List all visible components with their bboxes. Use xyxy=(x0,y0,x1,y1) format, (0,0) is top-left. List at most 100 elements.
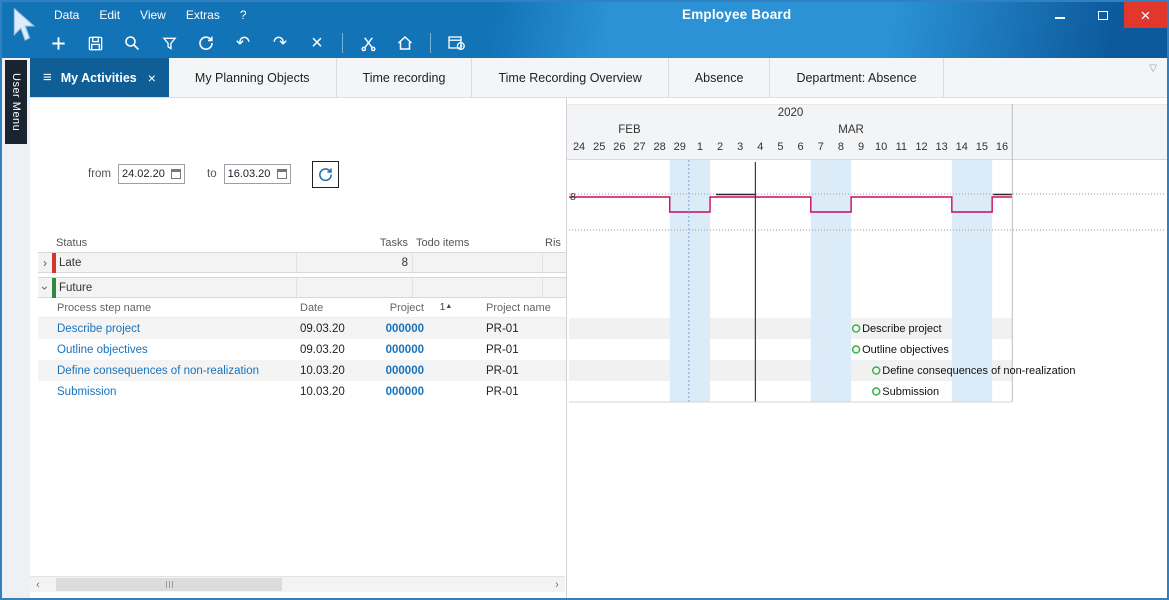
gantt-year-label: 2020 xyxy=(569,107,1012,119)
save-button[interactable] xyxy=(83,31,107,55)
minimize-button[interactable] xyxy=(1038,2,1081,28)
group-tasks-count xyxy=(296,278,412,297)
gantt-day-label: 2 xyxy=(710,141,730,153)
redo-button[interactable]: ↷ xyxy=(268,31,292,55)
calendar-icon[interactable] xyxy=(277,169,287,179)
minimize-icon xyxy=(1055,17,1065,19)
capacity-value-label: 8 xyxy=(570,191,576,203)
project-link[interactable]: 000000 xyxy=(366,386,432,398)
tab-label: Time recording xyxy=(363,71,446,85)
process-step-link[interactable]: Outline objectives xyxy=(38,344,296,356)
add-button[interactable] xyxy=(46,31,70,55)
scrollbar-thumb[interactable] xyxy=(56,578,282,591)
scroll-left-arrow[interactable]: ‹ xyxy=(30,577,46,592)
maximize-icon xyxy=(1098,11,1108,20)
table-row[interactable]: Define consequences of non-realization 1… xyxy=(38,360,566,381)
maximize-button[interactable] xyxy=(1081,2,1124,28)
tab-my-activities[interactable]: ≡ My Activities × xyxy=(30,58,169,97)
col-todo-items[interactable]: Todo items xyxy=(412,233,542,252)
process-step-link[interactable]: Describe project xyxy=(38,323,296,335)
home-button[interactable] xyxy=(393,31,417,55)
expand-chevron-icon[interactable]: › xyxy=(38,256,52,270)
row-project-name: PR-01 xyxy=(460,386,566,398)
group-header-row: Status Tasks Todo items Ris xyxy=(38,233,566,252)
menu-help[interactable]: ? xyxy=(230,6,257,24)
menu-extras[interactable]: Extras xyxy=(176,6,230,24)
app-window: Data Edit View Extras ? Employee Board × xyxy=(0,0,1169,600)
gantt-row-stripe xyxy=(569,360,1012,381)
milestone-label: Describe project xyxy=(862,323,941,335)
tab-list-dropdown-icon[interactable]: ▽ xyxy=(1149,63,1157,74)
close-button[interactable]: × xyxy=(1124,2,1167,28)
col-process-step-name[interactable]: Process step name xyxy=(38,302,296,314)
col-date[interactable]: Date xyxy=(296,302,366,314)
hamburger-icon[interactable]: ≡ xyxy=(43,69,52,86)
collapse-chevron-icon[interactable]: › xyxy=(38,281,52,295)
gantt-day-label: 7 xyxy=(811,141,831,153)
user-menu-tab[interactable]: User Menu xyxy=(5,60,27,144)
tab-label: Department: Absence xyxy=(796,71,916,85)
filter-button[interactable] xyxy=(157,31,181,55)
activities-panel: from 24.02.20 to 16.03.20 xyxy=(30,98,567,598)
menu-view[interactable]: View xyxy=(130,6,176,24)
scroll-right-arrow[interactable]: › xyxy=(549,577,565,592)
milestone-marker xyxy=(853,346,860,353)
date-filter-row: from 24.02.20 to 16.03.20 xyxy=(88,160,339,188)
project-link[interactable]: 000000 xyxy=(366,323,432,335)
tab-time-recording[interactable]: Time recording xyxy=(337,58,473,97)
refresh-button[interactable] xyxy=(194,31,218,55)
tab-department-absence[interactable]: Department: Absence xyxy=(770,58,943,97)
tools-button[interactable] xyxy=(356,31,380,55)
group-risks-count xyxy=(542,253,566,272)
project-link[interactable]: 000000 xyxy=(366,344,432,356)
undo-button[interactable]: ↶ xyxy=(231,31,255,55)
tab-time-recording-overview[interactable]: Time Recording Overview xyxy=(472,58,668,97)
tab-label: My Activities xyxy=(61,71,137,85)
toolbar-separator xyxy=(342,33,343,53)
row-date: 10.03.20 xyxy=(296,365,366,377)
col-tasks[interactable]: Tasks xyxy=(296,233,412,252)
gantt-day-label: 4 xyxy=(750,141,770,153)
gantt-month-label: FEB xyxy=(569,124,690,136)
delete-button[interactable]: × xyxy=(305,31,329,55)
apply-period-refresh-button[interactable] xyxy=(312,161,339,188)
tab-absence[interactable]: Absence xyxy=(669,58,771,97)
group-risks-count xyxy=(542,278,566,297)
menu-data[interactable]: Data xyxy=(44,6,89,24)
group-row-late[interactable]: › Late 8 xyxy=(38,252,566,273)
menu-edit[interactable]: Edit xyxy=(89,6,130,24)
col-project[interactable]: Project xyxy=(366,302,432,314)
activities-grid: Status Tasks Todo items Ris › Late 8 xyxy=(38,233,566,402)
horizontal-scrollbar[interactable]: ‹ › xyxy=(30,576,565,592)
from-date-input[interactable]: 24.02.20 xyxy=(118,164,185,184)
col-project-name[interactable]: Project name xyxy=(460,302,566,314)
calendar-icon[interactable] xyxy=(171,169,181,179)
tab-close-icon[interactable]: × xyxy=(148,70,156,86)
gantt-day-label: 1 xyxy=(690,141,710,153)
to-date-input[interactable]: 16.03.20 xyxy=(224,164,291,184)
col-status[interactable]: Status xyxy=(52,233,296,252)
process-step-link[interactable]: Submission xyxy=(38,386,296,398)
from-date-value: 24.02.20 xyxy=(122,168,165,180)
table-row[interactable]: Submission 10.03.20 000000 PR-01 xyxy=(38,381,566,402)
content-row: from 24.02.20 to 16.03.20 xyxy=(30,98,1167,598)
gantt-day-label: 9 xyxy=(851,141,871,153)
gantt-day-label: 25 xyxy=(589,141,609,153)
tab-my-planning-objects[interactable]: My Planning Objects xyxy=(169,58,337,97)
search-button[interactable] xyxy=(120,31,144,55)
table-row[interactable]: Outline objectives 09.03.20 000000 PR-01 xyxy=(38,339,566,360)
row-date: 09.03.20 xyxy=(296,323,366,335)
process-step-link[interactable]: Define consequences of non-realization xyxy=(38,365,296,377)
project-link[interactable]: 000000 xyxy=(366,365,432,377)
col-risks[interactable]: Ris xyxy=(542,233,566,252)
titlebar: Data Edit View Extras ? Employee Board × xyxy=(2,2,1167,28)
gantt-day-label: 13 xyxy=(932,141,952,153)
milestone-label: Outline objectives xyxy=(862,344,949,356)
sort-indicator[interactable]: 1▲ xyxy=(432,302,460,313)
toolbar: ↶ ↷ × xyxy=(2,28,1167,58)
group-row-future[interactable]: › Future xyxy=(38,277,566,298)
table-row[interactable]: Describe project 09.03.20 000000 PR-01 xyxy=(38,318,566,339)
group-label: Late xyxy=(59,257,81,269)
gantt-day-label: 12 xyxy=(911,141,931,153)
planning-board-button[interactable] xyxy=(444,31,468,55)
